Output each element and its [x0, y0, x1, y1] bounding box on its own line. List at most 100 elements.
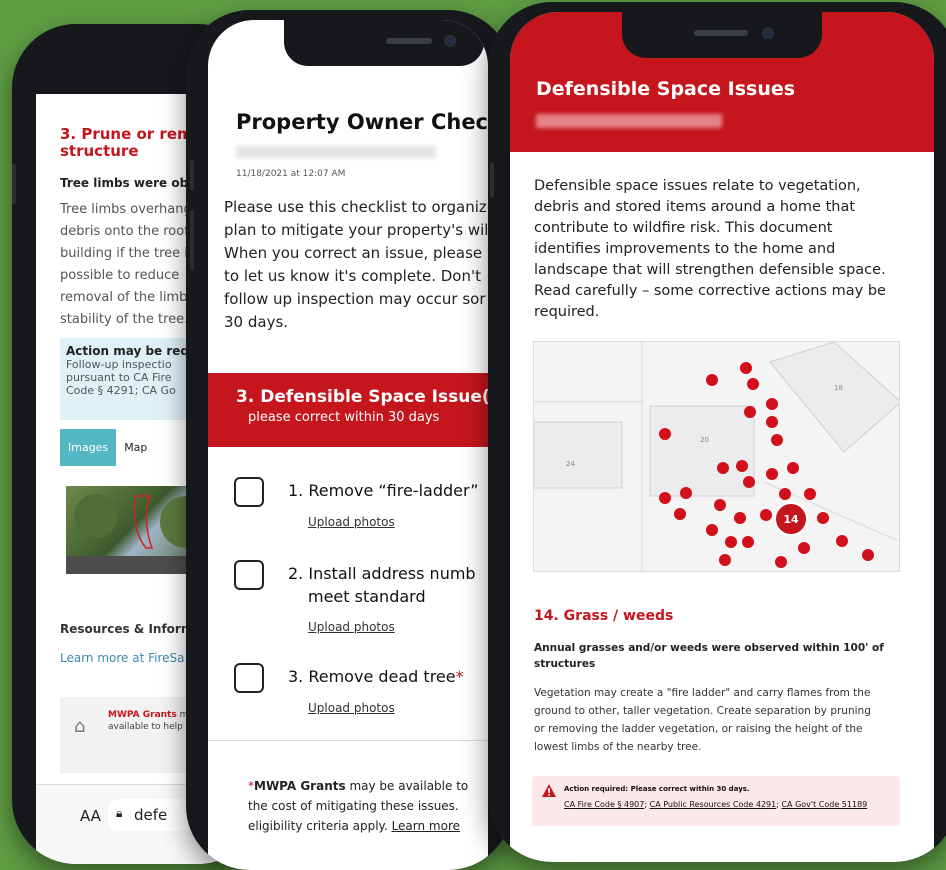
- body-line: When you correct an issue, please: [224, 244, 483, 262]
- observation-line: structures: [534, 658, 596, 670]
- issue-observation: Annual grasses and/or weeds were observe…: [534, 640, 904, 672]
- map-marker[interactable]: [771, 434, 783, 446]
- blurred-address: [536, 114, 722, 128]
- tab-images[interactable]: Images: [60, 429, 117, 466]
- learn-more-link[interactable]: Learn more at FireSa: [60, 651, 185, 665]
- task-label: 1. Remove “fire-ladder”: [288, 481, 479, 500]
- intro-line: Defensible space issues relate to vegeta…: [534, 178, 861, 194]
- grant-note-text: may be available to: [345, 779, 469, 793]
- map-marker[interactable]: [659, 428, 671, 440]
- code-link[interactable]: CA Public Resources Code 4291: [650, 800, 777, 809]
- task-checkbox[interactable]: [234, 560, 264, 590]
- map-marker[interactable]: [706, 374, 718, 386]
- task-label-line: 2. Install address numb: [288, 564, 476, 583]
- alert-title: Action required: Please correct within 3…: [564, 785, 750, 793]
- divider: [208, 740, 488, 741]
- issues-banner: 3. Defensible Space Issue(s) please corr…: [208, 373, 488, 447]
- map-marker[interactable]: [734, 512, 746, 524]
- body-line: 30 days.: [224, 313, 289, 331]
- map-marker[interactable]: [736, 460, 748, 472]
- body-line: Please use this checklist to organiz: [224, 198, 487, 216]
- grant-note-text: eligibility criteria apply.: [248, 819, 392, 833]
- map-marker[interactable]: [747, 378, 759, 390]
- body-line: plan to mitigate your property's wil: [224, 221, 488, 239]
- intro-text: Please use this checklist to organiz pla…: [224, 196, 488, 334]
- reader-settings-button[interactable]: AA: [80, 807, 101, 825]
- issue-description: Vegetation may create a "fire ladder" an…: [534, 684, 904, 756]
- map-canvas: 18 20 24 14: [534, 342, 899, 571]
- task-checkbox[interactable]: [234, 477, 264, 507]
- grant-label[interactable]: MWPA Grants: [108, 710, 177, 720]
- tab-map[interactable]: Map: [116, 441, 155, 454]
- grant-text-2: available to help: [108, 722, 183, 732]
- code-link[interactable]: CA Gov't Code 51189: [781, 800, 867, 809]
- map-marker[interactable]: [766, 468, 778, 480]
- map-marker[interactable]: [798, 542, 810, 554]
- task-label: 2. Install address numb meet standard: [288, 562, 476, 608]
- code-link[interactable]: CA Fire Code § 4907: [564, 800, 644, 809]
- intro-line: contribute to wildfire risk. This docume…: [534, 220, 833, 236]
- map-marker[interactable]: [775, 556, 787, 568]
- parcel-label: 24: [566, 460, 575, 468]
- screen-right: Defensible Space Issues Defensible space…: [510, 12, 934, 862]
- issue-map[interactable]: 18 20 24 14: [533, 341, 900, 572]
- code-references: CA Fire Code § 4907; CA Public Resources…: [564, 800, 868, 809]
- map-marker[interactable]: [674, 508, 686, 520]
- map-marker[interactable]: [766, 416, 778, 428]
- map-marker[interactable]: [817, 512, 829, 524]
- body-line: to let us know it's complete. Don't: [224, 267, 481, 285]
- phone-middle: Property Owner Checklis 11/18/2021 at 12…: [186, 10, 512, 870]
- map-marker[interactable]: [680, 487, 692, 499]
- speaker: [386, 38, 432, 44]
- map-marker[interactable]: [804, 488, 816, 500]
- map-marker[interactable]: [743, 476, 755, 488]
- map-marker[interactable]: [742, 536, 754, 548]
- phone-right: Defensible Space Issues Defensible space…: [488, 2, 946, 862]
- map-marker[interactable]: [760, 509, 772, 521]
- intro-line: debris and stored items around a home th…: [534, 199, 856, 215]
- camera: [444, 35, 456, 47]
- map-marker[interactable]: [714, 499, 726, 511]
- notch: [284, 20, 484, 66]
- map-marker[interactable]: [717, 462, 729, 474]
- side-button: [190, 210, 194, 270]
- map-marker[interactable]: [787, 462, 799, 474]
- observation-line: Annual grasses and/or weeds were observe…: [534, 642, 884, 654]
- required-asterisk: *: [455, 667, 464, 686]
- banner-title: 3. Defensible Space Issue(s): [236, 387, 488, 407]
- map-marker[interactable]: [740, 362, 752, 374]
- selected-marker-label: 14: [783, 513, 799, 526]
- description-line: or removing the ladder vegetation, or ra…: [534, 723, 863, 735]
- description-line: lowest limbs of the nearby tree.: [534, 741, 702, 753]
- description-line: Vegetation may create a "fire ladder" an…: [534, 687, 871, 699]
- action-required-alert: Action required: Please correct within 3…: [532, 776, 900, 826]
- grant-note-line: *MWPA Grants may be available to: [248, 776, 488, 796]
- upload-photos-link[interactable]: Upload photos: [308, 515, 395, 529]
- resources-heading: Resources & Inform: [60, 622, 194, 636]
- body-line: follow up inspection may occur sor: [224, 290, 486, 308]
- map-marker[interactable]: [706, 524, 718, 536]
- map-marker[interactable]: [725, 536, 737, 548]
- map-marker[interactable]: [766, 398, 778, 410]
- upload-photos-link[interactable]: Upload photos: [308, 620, 395, 634]
- house-coin-icon: ⌂: [74, 716, 86, 737]
- side-button: [490, 162, 494, 198]
- map-marker[interactable]: [659, 492, 671, 504]
- map-marker[interactable]: [862, 549, 874, 561]
- task-label: 3. Remove dead tree*: [288, 665, 464, 688]
- map-marker[interactable]: [836, 535, 848, 547]
- upload-photos-link[interactable]: Upload photos: [308, 701, 395, 715]
- task-checkbox[interactable]: [234, 663, 264, 693]
- task-label-text: 3. Remove dead tree: [288, 667, 456, 686]
- side-button: [190, 160, 194, 190]
- learn-more-link[interactable]: Learn more: [392, 819, 460, 833]
- map-marker[interactable]: [744, 406, 756, 418]
- parcel-label: 18: [834, 384, 843, 392]
- map-marker[interactable]: [779, 488, 791, 500]
- address-text: defe: [134, 806, 168, 824]
- intro-text: Defensible space issues relate to vegeta…: [534, 176, 904, 323]
- map-marker[interactable]: [719, 554, 731, 566]
- speaker: [694, 30, 748, 36]
- intro-line: required.: [534, 304, 600, 320]
- grant-label: MWPA Grants: [254, 779, 346, 793]
